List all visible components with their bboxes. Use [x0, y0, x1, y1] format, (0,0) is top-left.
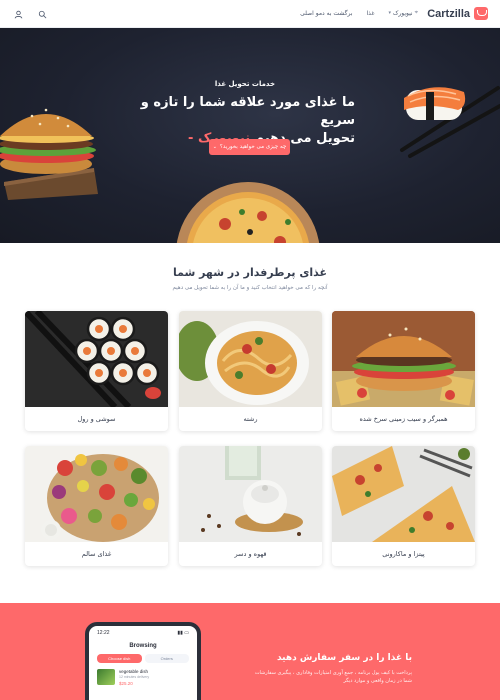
noodles-photo — [179, 311, 322, 407]
category-card-burger[interactable]: همبرگر و سیب زمینی سرخ شده — [332, 311, 475, 431]
phone-tab-choose-dish: Choose dish — [97, 654, 142, 663]
hero-cta-button[interactable]: چه چیزی می خواهید بخورید؟ ⌄ — [209, 139, 290, 155]
burger-image — [0, 108, 98, 200]
nav-city-dropdown[interactable]: ⌖ نیویورک ▾ — [388, 9, 418, 17]
promo-text: پرداخت با کیف پول برنامه ، جمع آوری امتی… — [254, 670, 412, 684]
phone-item-name: vegetable dish — [119, 669, 149, 674]
dessert-photo — [179, 446, 322, 542]
typing-cursor: - — [188, 131, 194, 146]
category-label: رشته — [243, 415, 258, 423]
category-label: غذای سالم — [81, 550, 112, 558]
phone-list-item: vegetable dish 12 minutes delivery $25.2… — [97, 669, 189, 686]
chevron-down-icon: ⌄ — [212, 144, 217, 150]
phone-tab-orders: Orders — [144, 654, 189, 663]
popular-section-title: غذای پرطرفدار در شهر شما — [172, 266, 328, 279]
cart-logo-icon — [474, 7, 488, 20]
hero-cta-label: چه چیزی می خواهید بخورید؟ — [219, 144, 287, 150]
signal-battery-icon: ▮▮ ▭ — [177, 630, 189, 636]
phone-status-bar: 12:22 ▮▮ ▭ — [89, 626, 197, 636]
burger-photo — [332, 311, 475, 407]
category-label: پیتزا و ماکارونی — [382, 550, 425, 558]
nav-back-label: برگشت به دمو اصلی — [300, 9, 353, 17]
category-label: سوشی و رول — [77, 415, 116, 423]
promo-title: با غذا را در سفر سفارش دهید — [276, 653, 412, 663]
category-card-pizza[interactable]: پیتزا و ماکارونی — [332, 446, 475, 566]
search-icon[interactable] — [36, 8, 48, 20]
hero-title-line1: ما غذای مورد علاقه شما را تازه و سریع — [140, 95, 355, 128]
healthy-food-photo — [25, 446, 168, 542]
sushi-photo — [25, 311, 168, 407]
category-card-sushi[interactable]: سوشی و رول — [25, 311, 168, 431]
dish-thumbnail — [97, 669, 115, 685]
phone-screen-title: Browsing — [129, 643, 157, 649]
chevron-down-icon: ▾ — [388, 10, 391, 16]
nav-city-label: نیویورک — [392, 9, 413, 17]
main-nav: ⌖ نیویورک ▾ غذا برگشت به دمو اصلی — [300, 9, 418, 17]
category-label: همبرگر و سیب زمینی سرخ شده — [359, 415, 448, 423]
user-icon[interactable] — [12, 8, 24, 20]
brand-name: Cartzilla — [427, 7, 470, 20]
phone-time: 12:22 — [97, 630, 110, 636]
hero-banner: خدمات تحویل غذا ما غذای مورد علاقه شما ر… — [0, 28, 500, 243]
phone-item-sub: 12 minutes delivery — [119, 675, 150, 679]
phone-mockup: 12:22 ▮▮ ▭ Browsing Choose dish Orders v… — [85, 622, 201, 700]
phone-item-info: vegetable dish 12 minutes delivery $25.2… — [119, 669, 149, 686]
category-label: قهوه و دسر — [234, 550, 267, 558]
nav-back-to-demos-link[interactable]: برگشت به دمو اصلی — [300, 9, 352, 17]
category-card-healthy[interactable]: غذای سالم — [25, 446, 168, 566]
hero-eyebrow: خدمات تحویل غذا — [214, 80, 275, 88]
phone-item-price: $25.20 — [119, 681, 133, 686]
nav-food-label: غذا — [366, 9, 375, 17]
header-actions — [12, 8, 48, 20]
location-pin-icon: ⌖ — [414, 9, 418, 16]
category-card-noodles[interactable]: رشته — [179, 311, 322, 431]
sushi-chopsticks-image — [400, 86, 500, 158]
app-promo-section: با غذا را در سفر سفارش دهید پرداخت با کی… — [0, 603, 500, 700]
pizza-photo — [332, 446, 475, 542]
site-header: Cartzilla ⌖ نیویورک ▾ غذا برگشت به دمو ا… — [0, 0, 500, 28]
phone-tabs: Choose dish Orders — [97, 654, 189, 663]
category-card-coffee-dessert[interactable]: قهوه و دسر — [179, 446, 322, 566]
popular-section-subtitle: آنچه را که می خواهید انتخاب کنید و ما آن… — [172, 285, 328, 291]
nav-food-link[interactable]: غذا — [367, 9, 375, 17]
pizza-image — [176, 182, 320, 243]
brand-logo-link[interactable]: Cartzilla — [427, 7, 488, 20]
